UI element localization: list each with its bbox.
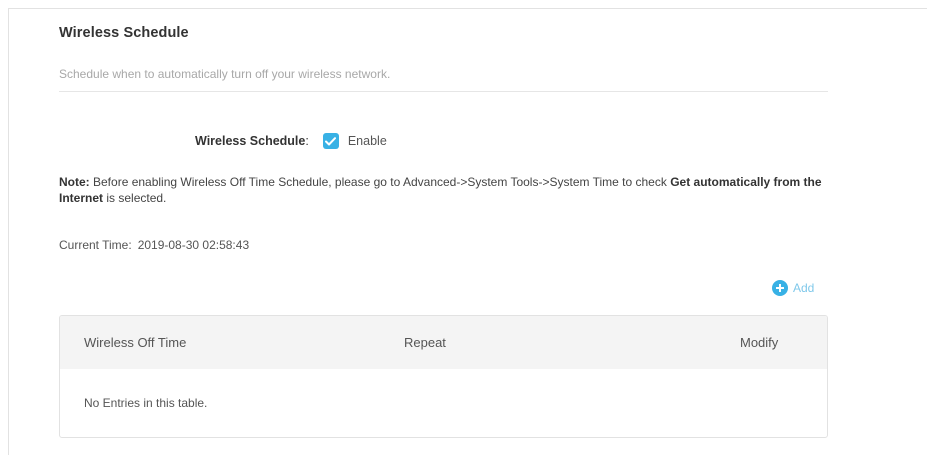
current-time: Current Time: 2019-08-30 02:58:43 bbox=[59, 238, 249, 252]
add-button[interactable]: Add bbox=[772, 280, 814, 296]
check-icon bbox=[325, 136, 337, 145]
divider bbox=[59, 91, 828, 92]
note-prefix: Note: bbox=[59, 175, 90, 189]
table-body: No Entries in this table. bbox=[60, 369, 827, 437]
note-text: Note: Before enabling Wireless Off Time … bbox=[59, 174, 839, 206]
column-header-modify: Modify bbox=[740, 335, 779, 350]
add-button-label: Add bbox=[793, 281, 815, 295]
current-time-label: Current Time: bbox=[59, 238, 132, 252]
section-title: Wireless Schedule bbox=[59, 25, 189, 41]
current-time-value: 2019-08-30 02:58:43 bbox=[137, 238, 250, 252]
wireless-schedule-row: Wireless Schedule : Enable bbox=[195, 131, 387, 151]
note-body-1: Before enabling Wireless Off Time Schedu… bbox=[89, 175, 671, 189]
column-header-wireless-off-time: Wireless Off Time bbox=[84, 335, 187, 350]
plus-icon bbox=[776, 284, 784, 292]
empty-table-message: No Entries in this table. bbox=[84, 396, 208, 410]
schedule-table: Wireless Off Time Repeat Modify No Entri… bbox=[59, 315, 828, 438]
enable-label: Enable bbox=[347, 134, 387, 148]
enable-checkbox[interactable] bbox=[322, 133, 339, 149]
note-body-2: is selected. bbox=[103, 191, 167, 205]
section-description: Schedule when to automatically turn off … bbox=[59, 67, 391, 81]
table-header: Wireless Off Time Repeat Modify bbox=[60, 316, 827, 369]
wireless-schedule-label: Wireless Schedule bbox=[195, 134, 306, 148]
label-colon: : bbox=[305, 134, 309, 148]
plus-circle-icon bbox=[772, 280, 788, 296]
column-header-repeat: Repeat bbox=[404, 335, 446, 350]
